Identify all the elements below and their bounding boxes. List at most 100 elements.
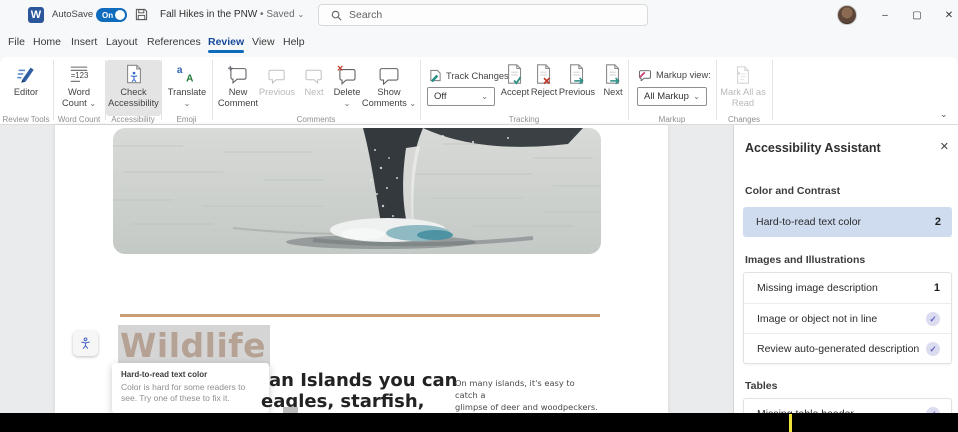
document-page[interactable]: Wildlife Hard-to-read text color Color i… xyxy=(55,125,668,413)
word-count-icon: =123 xyxy=(68,63,90,85)
previous-comment-button[interactable]: Previous xyxy=(256,60,298,98)
chevron-down-icon: ⌄ xyxy=(481,92,488,101)
tab-review[interactable]: Review xyxy=(208,36,244,48)
accessibility-assistant-panel: Accessibility Assistant ✕ Color and Cont… xyxy=(733,125,958,413)
track-changes-dropdown[interactable]: Off ⌄ xyxy=(427,87,495,106)
previous-change-icon xyxy=(567,63,587,85)
word-count-button[interactable]: =123 Word Count ⌄ xyxy=(57,60,101,109)
previous-comment-icon xyxy=(267,67,287,85)
issue-hard-to-read-text-color[interactable]: Hard-to-read text color 2 xyxy=(743,207,952,237)
accept-icon xyxy=(505,63,525,85)
maximize-button[interactable]: ▢ xyxy=(904,9,930,23)
group-label-emoji: Emoji xyxy=(161,115,212,124)
hard-to-read-tooltip: Hard-to-read text color Color is hard fo… xyxy=(112,363,269,413)
chevron-down-icon: ⌄ xyxy=(344,99,351,108)
yellow-marker-line xyxy=(789,414,792,432)
wildlife-heading[interactable]: Wildlife xyxy=(118,325,270,367)
images-issues-card: Missing image description 1 Image or obj… xyxy=(743,272,952,364)
svg-text:A: A xyxy=(186,73,194,84)
title-bar: W AutoSave On Fall Hikes in the PNW • Sa… xyxy=(0,0,958,30)
section-tables: Tables xyxy=(745,380,777,392)
word-window: W AutoSave On Fall Hikes in the PNW • Sa… xyxy=(0,0,958,432)
autosave-label: AutoSave xyxy=(52,9,93,20)
show-comments-icon xyxy=(378,65,400,85)
next-change-button[interactable]: Next xyxy=(597,60,629,98)
tab-layout[interactable]: Layout xyxy=(106,36,138,48)
tab-help[interactable]: Help xyxy=(283,36,305,48)
new-comment-icon xyxy=(227,65,249,85)
tab-home[interactable]: Home xyxy=(33,36,61,48)
editor-button[interactable]: Editor xyxy=(2,60,50,98)
resolved-check-icon: ✓ xyxy=(926,312,940,326)
editor-pen-icon xyxy=(15,63,37,85)
document-title[interactable]: Fall Hikes in the PNW • Saved ⌄ xyxy=(160,9,304,20)
translate-icon: aA xyxy=(176,63,198,85)
chevron-down-icon: ⌄ xyxy=(409,99,416,108)
chevron-down-icon: ⌄ xyxy=(184,99,191,108)
group-label-review-tools: Review Tools xyxy=(0,115,52,124)
markup-view-label: Markup view: xyxy=(638,69,711,81)
tooltip-title: Hard-to-read text color xyxy=(121,370,260,379)
group-separator xyxy=(53,60,54,120)
ribbon: Editor =123 Word Count ⌄ Check Accessibi… xyxy=(0,57,958,125)
user-avatar[interactable] xyxy=(837,5,857,25)
close-button[interactable]: ✕ xyxy=(936,9,958,23)
track-changes-icon xyxy=(429,69,442,82)
group-separator xyxy=(420,60,421,120)
previous-change-button[interactable]: Previous xyxy=(556,60,598,98)
next-comment-button[interactable]: Next xyxy=(296,60,332,98)
resolved-check-icon: ✓ xyxy=(926,342,940,356)
group-label-comments: Comments xyxy=(212,115,420,124)
autosave-state: On xyxy=(102,11,113,20)
show-comments-button[interactable]: Show Comments ⌄ xyxy=(360,60,418,109)
group-separator xyxy=(772,60,773,120)
issue-review-auto-description[interactable]: Review auto-generated description ✓ xyxy=(744,333,951,363)
chevron-down-icon: ⌄ xyxy=(89,99,96,108)
side-note-text[interactable]: On many islands, it's easy to catch a gl… xyxy=(455,377,600,413)
group-label-tracking: Tracking xyxy=(420,115,628,124)
section-images-illustrations: Images and Illustrations xyxy=(745,254,865,266)
issue-missing-image-description[interactable]: Missing image description 1 xyxy=(744,273,951,303)
mark-all-read-icon xyxy=(734,65,752,85)
tab-insert[interactable]: Insert xyxy=(71,36,97,48)
toggle-knob-icon xyxy=(115,10,125,20)
new-comment-button[interactable]: New Comment xyxy=(214,60,262,109)
issue-count-badge: 1 xyxy=(934,282,940,294)
tab-file[interactable]: File xyxy=(8,36,25,48)
issue-image-not-in-line[interactable]: Image or object not in line ✓ xyxy=(744,303,951,333)
translate-button[interactable]: aA Translate ⌄ xyxy=(165,60,209,109)
autosave-toggle[interactable]: On xyxy=(96,8,127,22)
ribbon-tabs: File Home Insert Layout References Revie… xyxy=(0,30,958,57)
mark-all-as-read-button[interactable]: Mark All as Read xyxy=(714,60,772,109)
panel-close-icon[interactable]: ✕ xyxy=(940,140,949,153)
bottom-black-bar xyxy=(0,413,958,432)
group-label-markup: Markup xyxy=(628,115,716,124)
tab-view[interactable]: View xyxy=(252,36,275,48)
delete-comment-icon xyxy=(336,65,358,85)
accessibility-assistant-float-button[interactable] xyxy=(73,331,98,356)
ribbon-collapse-chevron[interactable]: ⌄ xyxy=(940,109,948,120)
markup-view-dropdown[interactable]: All Markup ⌄ xyxy=(637,87,707,106)
whale-breach-illustration xyxy=(113,128,601,254)
svg-text:a: a xyxy=(177,65,183,76)
search-input[interactable]: Search xyxy=(318,4,648,26)
tooltip-body: Color is hard for some readers to see. T… xyxy=(121,382,256,404)
group-label-changes: Changes xyxy=(716,115,772,124)
accessibility-doc-icon xyxy=(123,63,145,85)
group-separator xyxy=(212,60,213,120)
check-accessibility-button[interactable]: Check Accessibility xyxy=(106,60,161,116)
chevron-down-icon: ⌄ xyxy=(693,92,700,101)
group-label-word-count: Word Count xyxy=(53,115,105,124)
minimize-button[interactable]: – xyxy=(872,9,898,23)
tab-references[interactable]: References xyxy=(147,36,201,48)
group-separator xyxy=(161,60,162,120)
save-icon[interactable] xyxy=(135,8,148,26)
search-placeholder: Search xyxy=(349,9,382,21)
body-text-line1[interactable]: an Islands you can xyxy=(269,370,457,391)
markup-view-icon xyxy=(638,69,652,81)
whale-photo[interactable] xyxy=(113,128,601,254)
reject-icon xyxy=(534,63,554,85)
search-icon xyxy=(331,10,342,21)
group-label-accessibility: Accessibility xyxy=(105,115,161,124)
section-color-contrast: Color and Contrast xyxy=(745,185,840,197)
